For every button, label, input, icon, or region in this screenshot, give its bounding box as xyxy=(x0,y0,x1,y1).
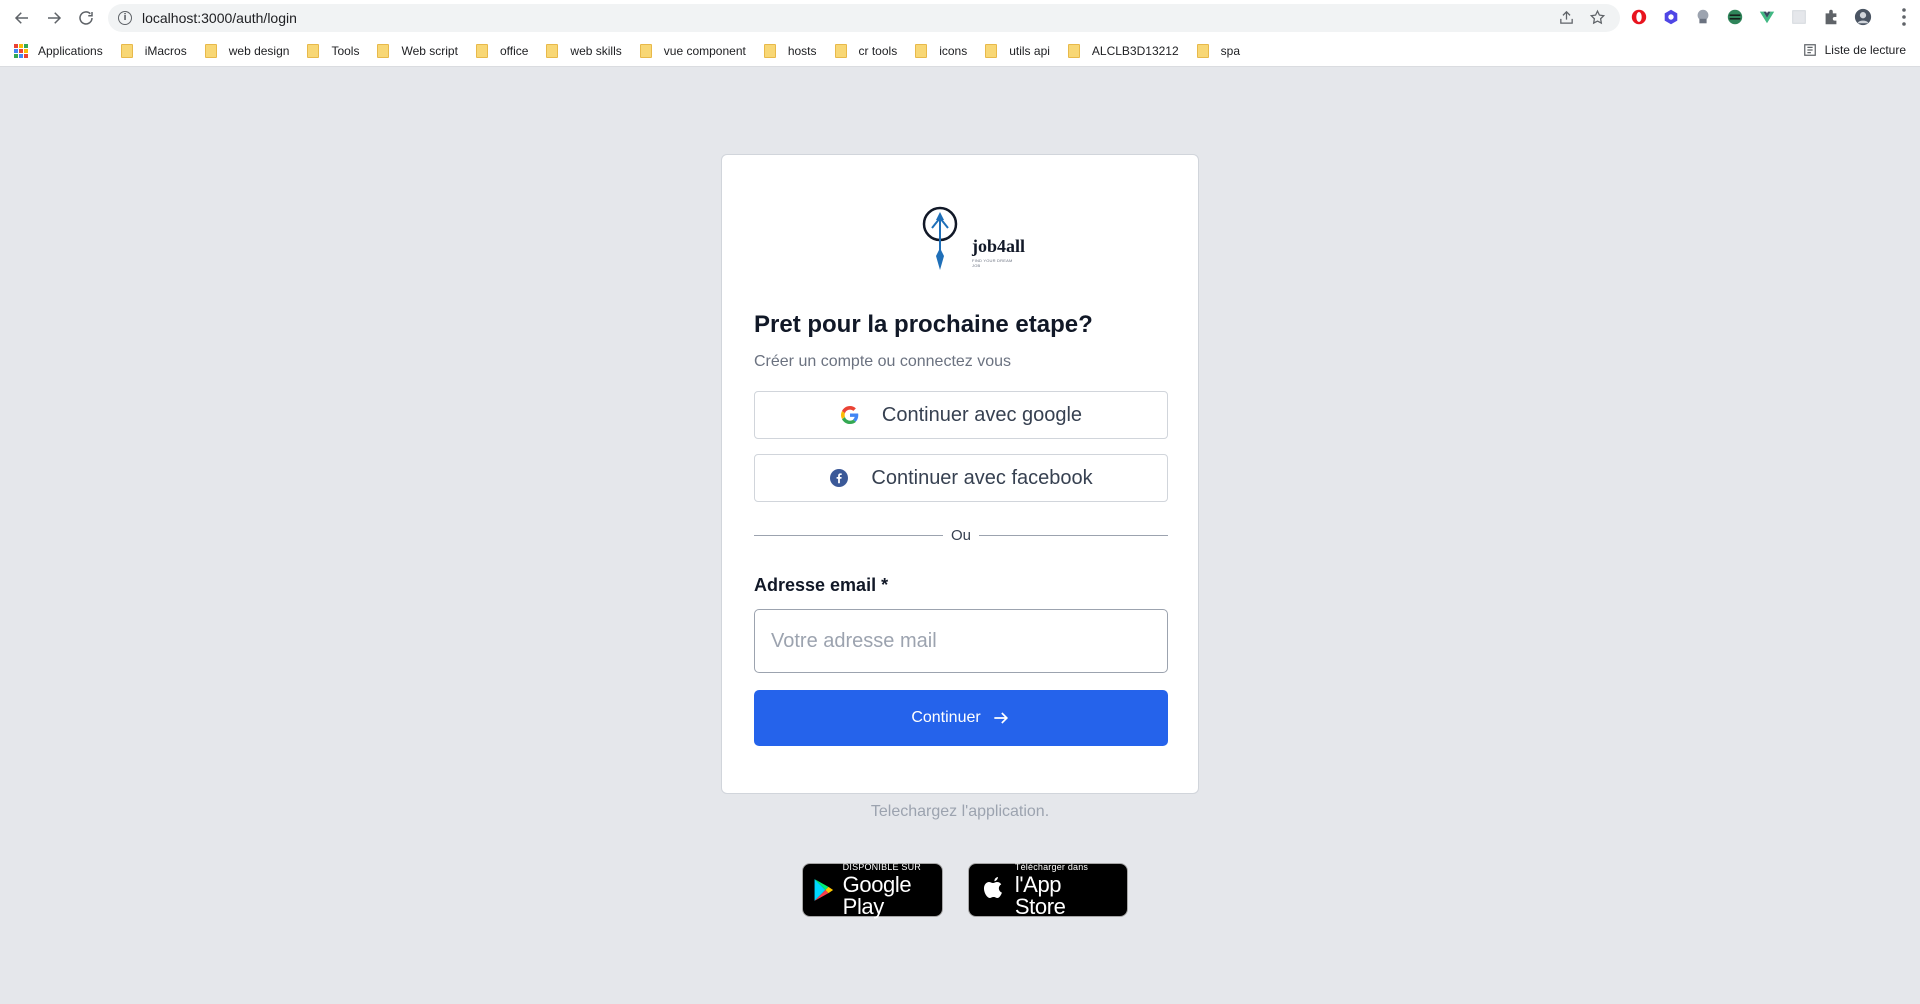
bookmark-label: hosts xyxy=(787,44,817,58)
blank-extension-icon[interactable] xyxy=(1788,6,1810,28)
or-divider: Ou xyxy=(754,527,1169,544)
logo-wordmark: job4all xyxy=(972,236,1026,256)
google-play-small-text: DISPONIBLE SUR xyxy=(842,861,921,872)
reading-list-icon xyxy=(1803,44,1816,56)
folder-icon xyxy=(546,44,559,58)
share-icon[interactable] xyxy=(1558,9,1575,26)
bookmark-folder[interactable]: icons xyxy=(915,44,967,58)
bookmark-folder[interactable]: ALCLB3D13212 xyxy=(1067,44,1179,58)
bookmark-label: office xyxy=(499,44,529,58)
chrome-divider xyxy=(0,66,1920,67)
bookmark-label: cr tools xyxy=(858,44,898,58)
folder-icon xyxy=(834,44,847,58)
site-info-icon[interactable]: i xyxy=(118,11,132,25)
bookmark-label: utils api xyxy=(1009,44,1050,58)
bookmark-folder[interactable]: Web script xyxy=(377,44,458,58)
apps-grid-icon xyxy=(14,44,28,58)
google-play-big-text: Google Play xyxy=(842,871,912,919)
folder-icon xyxy=(377,44,390,58)
arrow-left-icon xyxy=(14,12,28,24)
url-text[interactable]: localhost:3000/auth/login xyxy=(142,10,297,26)
back-button[interactable] xyxy=(6,2,38,34)
bookmark-folder[interactable]: office xyxy=(475,44,529,58)
app-store-small-text: Télécharger dans xyxy=(1014,861,1089,872)
profile-avatar-icon[interactable] xyxy=(1852,6,1874,28)
arrow-right-icon xyxy=(48,12,62,24)
hexagon-extension-icon[interactable] xyxy=(1660,6,1682,28)
bookmark-folder[interactable]: utils api xyxy=(985,44,1050,58)
reading-list-button[interactable]: Liste de lecture xyxy=(1803,43,1906,57)
folder-icon xyxy=(915,44,928,58)
folder-icon xyxy=(985,44,998,58)
puzzle-extensions-icon[interactable] xyxy=(1820,6,1842,28)
bookmark-folder[interactable]: web design xyxy=(204,44,290,58)
apple-icon xyxy=(983,877,1002,898)
google-play-badge[interactable]: DISPONIBLE SUR Google Play xyxy=(802,861,943,919)
google-login-button[interactable]: Continuer avec google xyxy=(754,391,1168,439)
page-title: Pret pour la prochaine etape? xyxy=(754,311,1093,338)
browser-toolbar: i localhost:3000/auth/login xyxy=(0,0,1920,36)
bookmark-folder[interactable]: web skills xyxy=(546,44,622,58)
bookmark-folder[interactable]: vue component xyxy=(639,44,746,58)
bookmarks-bar: Applications iMacros web design Tools We… xyxy=(0,36,1920,66)
bookmark-folder[interactable]: iMacros xyxy=(120,44,187,58)
bookmark-folder[interactable]: spa xyxy=(1196,44,1240,58)
folder-icon xyxy=(639,44,652,58)
app-store-badge[interactable]: Télécharger dans l'App Store xyxy=(968,861,1128,919)
bookmark-label: ALCLB3D13212 xyxy=(1091,44,1179,58)
bookmark-label: Web script xyxy=(401,44,458,58)
folder-icon xyxy=(120,44,133,58)
octopus-extension-icon[interactable] xyxy=(1692,6,1714,28)
reading-list-label: Liste de lecture xyxy=(1824,43,1906,57)
bookmark-label: Tools xyxy=(331,44,360,58)
bookmark-label: vue component xyxy=(663,44,746,58)
folder-icon xyxy=(204,44,217,58)
continue-button-label: Continuer xyxy=(911,709,981,726)
bookmark-folder[interactable]: hosts xyxy=(763,44,817,58)
address-bar[interactable]: i localhost:3000/auth/login xyxy=(108,4,1620,32)
folder-icon xyxy=(307,44,320,58)
folder-icon xyxy=(1196,44,1209,58)
bookmark-folder[interactable]: cr tools xyxy=(834,44,898,58)
login-card: job4all FIND YOUR DREAM JOB Pret pour la… xyxy=(721,154,1199,794)
bookmark-label: iMacros xyxy=(144,44,187,58)
app-store-big-text: l'App Store xyxy=(1014,871,1066,919)
bookmark-label: web skills xyxy=(570,44,622,58)
bookmark-folder[interactable]: Tools xyxy=(307,44,359,58)
reload-button[interactable] xyxy=(70,2,102,34)
bookmark-label: spa xyxy=(1220,44,1240,58)
star-icon[interactable] xyxy=(1589,9,1606,26)
logo-tagline: FIND YOUR DREAM JOB xyxy=(972,258,1013,268)
more-menu-icon[interactable] xyxy=(1902,8,1906,26)
bookmark-label: Applications xyxy=(38,44,103,58)
continue-button[interactable]: Continuer xyxy=(754,690,1168,746)
forward-button[interactable] xyxy=(38,2,70,34)
facebook-button-label: Continuer avec facebook xyxy=(871,466,1093,489)
bookmark-label: icons xyxy=(939,44,968,58)
vue-devtools-icon[interactable] xyxy=(1756,6,1778,28)
job4all-logo: job4all FIND YOUR DREAM JOB xyxy=(918,204,1025,274)
email-input[interactable] xyxy=(754,609,1168,673)
bookmark-label: web design xyxy=(228,44,290,58)
google-button-label: Continuer avec google xyxy=(881,403,1083,426)
google-icon xyxy=(840,405,860,425)
download-app-text: Telechargez l'application. xyxy=(870,803,1050,820)
email-label: Adresse email * xyxy=(754,575,889,595)
google-play-icon xyxy=(814,879,834,901)
folder-icon xyxy=(763,44,776,58)
divider-text: Ou xyxy=(951,527,972,544)
facebook-login-button[interactable]: Continuer avec facebook xyxy=(754,454,1168,502)
divider-line xyxy=(754,535,943,536)
bookmark-applications[interactable]: Applications xyxy=(14,44,103,58)
arrow-right-icon xyxy=(994,712,1008,724)
facebook-icon xyxy=(829,468,849,488)
folder-icon xyxy=(1067,44,1080,58)
page-subtitle: Créer un compte ou connectez vous xyxy=(754,353,1012,370)
magnifier-tie-icon xyxy=(922,206,958,270)
opera-extension-icon[interactable] xyxy=(1628,6,1650,28)
globe-extension-icon[interactable] xyxy=(1724,6,1746,28)
folder-icon xyxy=(475,44,488,58)
reload-icon xyxy=(79,11,93,25)
divider-line xyxy=(979,535,1169,536)
